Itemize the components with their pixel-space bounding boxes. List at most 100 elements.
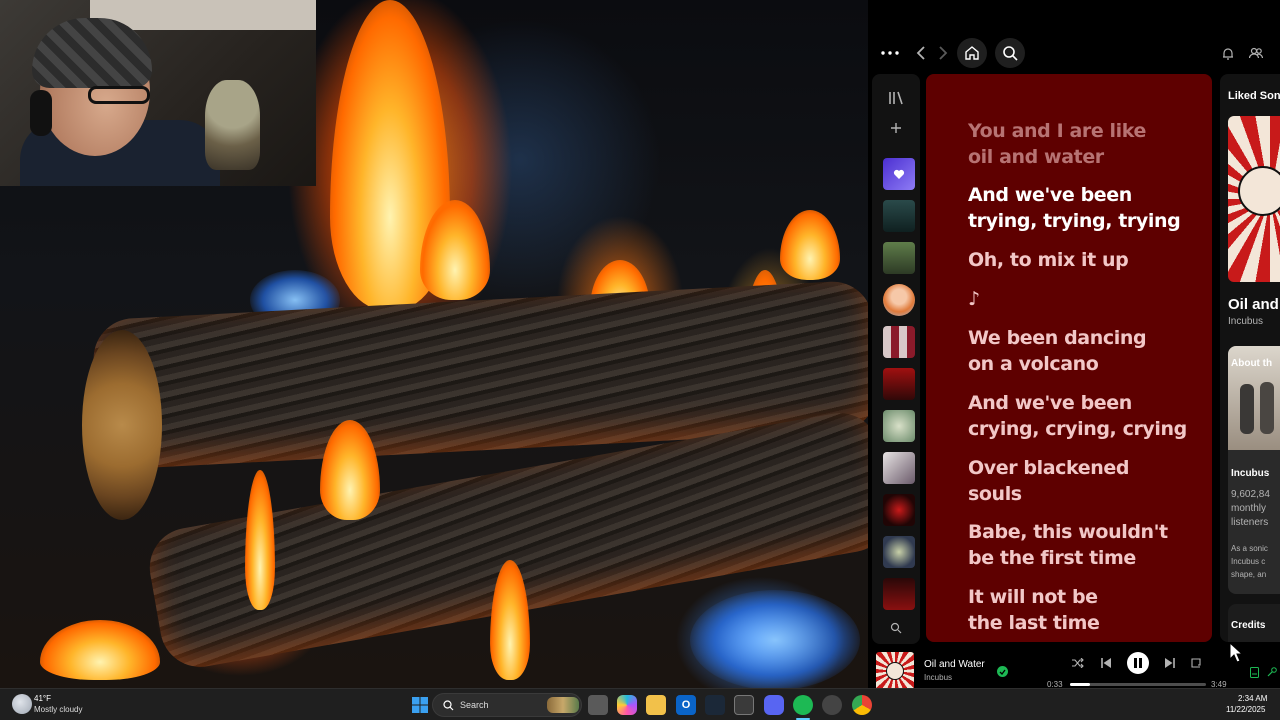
lyric-line-active[interactable]: And we've been trying, trying, trying [968, 182, 1198, 234]
outlook-icon[interactable]: O [676, 695, 696, 715]
listeners-count: 9,602,84 [1231, 489, 1270, 500]
lyric-text: You and I are like [968, 120, 1146, 142]
friends-icon[interactable] [1248, 45, 1264, 61]
artist-bio: As a sonic Incubus c shape, an [1231, 542, 1268, 581]
album-art-emblem [1238, 166, 1280, 216]
library-icon[interactable] [886, 90, 906, 106]
chrome-icon[interactable] [852, 695, 872, 715]
lyric-line[interactable]: You and I are like oil and water [968, 118, 1198, 170]
lyric-text: And we've been [968, 392, 1132, 414]
lyric-text: Over blackened [968, 457, 1130, 479]
lyric-line[interactable]: Babe, this wouldn't be the first time [968, 519, 1198, 571]
song-artist[interactable]: Incubus [1228, 316, 1263, 327]
previous-icon[interactable] [1099, 656, 1113, 670]
lyric-text: on a volcano [968, 353, 1099, 375]
playlist-tile[interactable] [883, 578, 915, 610]
playlist-tile[interactable] [883, 242, 915, 274]
panel-heading[interactable]: Liked Song [1228, 90, 1280, 102]
bio-text: Incubus c [1231, 557, 1266, 566]
lyric-line[interactable]: And we've been crying, crying, crying [968, 390, 1198, 442]
xbox-icon[interactable] [734, 695, 754, 715]
track-artist[interactable]: Incubus [924, 673, 952, 682]
about-artist-card[interactable]: About th Incubus 9,602,84 monthly listen… [1228, 346, 1280, 594]
webcam-glasses [88, 86, 150, 104]
track-title[interactable]: Oil and Water [924, 659, 985, 670]
lyric-text: And we've been [968, 184, 1132, 206]
plus-icon[interactable] [886, 120, 906, 136]
now-playing-album-art[interactable] [876, 652, 914, 690]
artist-figure [1240, 384, 1254, 434]
now-playing-view-icon[interactable] [1248, 666, 1260, 678]
lyric-line[interactable]: It will not be the last time [968, 584, 1198, 636]
listeners-label: listeners [1231, 517, 1269, 528]
flame [780, 210, 840, 280]
lyrics-mic-icon[interactable] [1266, 666, 1278, 678]
liked-songs-tile[interactable] [883, 158, 915, 190]
weather-desc[interactable]: Mostly cloudy [34, 705, 82, 714]
spotify-icon[interactable] [793, 695, 813, 715]
start-windows-icon[interactable] [410, 695, 430, 715]
playlist-tile[interactable] [883, 368, 915, 400]
heart-icon [893, 169, 905, 179]
bell-icon[interactable] [1220, 45, 1236, 61]
credits-card[interactable]: Credits [1228, 604, 1280, 642]
artist-avatar-tile[interactable] [883, 284, 915, 316]
next-icon[interactable] [1163, 656, 1177, 670]
search-icon [443, 700, 454, 711]
playlist-tile[interactable] [883, 200, 915, 232]
taskbar-search-box[interactable]: Search [432, 693, 582, 717]
flame [245, 470, 275, 610]
obs-icon[interactable] [822, 695, 842, 715]
playlist-tile[interactable] [883, 494, 915, 526]
clock-time[interactable]: 2:34 AM [1238, 694, 1267, 703]
webcam-headphone [30, 90, 52, 136]
song-title[interactable]: Oil and [1228, 296, 1279, 313]
lyric-text: oil and water [968, 146, 1104, 168]
search-placeholder: Search [460, 700, 489, 710]
pause-button[interactable] [1127, 652, 1149, 674]
blue-flame [690, 590, 860, 690]
steam-icon[interactable] [705, 695, 725, 715]
search-highlight-image [547, 697, 579, 713]
credits-heading: Credits [1231, 620, 1266, 631]
flame [40, 620, 160, 680]
lyric-line[interactable]: We been dancing on a volcano [968, 325, 1198, 377]
playlist-tile[interactable] [883, 326, 915, 358]
home-icon[interactable] [957, 38, 987, 68]
lyric-text: Oh, to mix it up [968, 249, 1129, 271]
lyric-line[interactable]: Oh, to mix it up [968, 247, 1198, 273]
listeners-label: monthly [1231, 503, 1267, 514]
clock-date[interactable]: 11/22/2025 [1226, 705, 1265, 714]
chevron-right-icon[interactable] [936, 44, 950, 62]
album-art-emblem [886, 662, 904, 680]
playlist-tile[interactable] [883, 410, 915, 442]
chevron-left-icon[interactable] [914, 44, 928, 62]
artist-figure [1260, 382, 1274, 434]
more-horizontal-icon[interactable] [880, 44, 900, 62]
file-explorer-icon[interactable] [646, 695, 666, 715]
player-bar: Oil and Water Incubus 0:33 3:49 [868, 644, 1280, 690]
weather-cloud-icon[interactable] [12, 694, 32, 714]
lyric-text: crying, crying, crying [968, 418, 1187, 440]
search-library-icon[interactable] [888, 620, 904, 636]
saved-check-icon[interactable] [997, 666, 1008, 677]
lyric-line[interactable]: Over blackened souls [968, 455, 1198, 507]
bio-text: shape, an [1231, 570, 1267, 579]
shuffle-icon[interactable] [1071, 656, 1085, 670]
task-view-icon[interactable] [588, 695, 608, 715]
lyric-line[interactable]: ♪ [968, 286, 1198, 312]
weather-temp[interactable]: 41°F [34, 694, 51, 703]
copilot-icon[interactable] [617, 695, 637, 715]
album-art [1228, 116, 1280, 282]
search-icon[interactable] [995, 38, 1025, 68]
library-sidebar [872, 74, 920, 644]
progress-bar[interactable] [1070, 683, 1206, 686]
music-note-icon: ♪ [968, 288, 980, 310]
lyric-text: trying, trying, trying [968, 210, 1181, 232]
artist-name[interactable]: Incubus [1231, 468, 1269, 479]
playlist-tile[interactable] [883, 452, 915, 484]
playlist-tile[interactable] [883, 536, 915, 568]
lyric-text: be the first time [968, 547, 1136, 569]
repeat-icon[interactable] [1189, 656, 1203, 670]
discord-icon[interactable] [764, 695, 784, 715]
